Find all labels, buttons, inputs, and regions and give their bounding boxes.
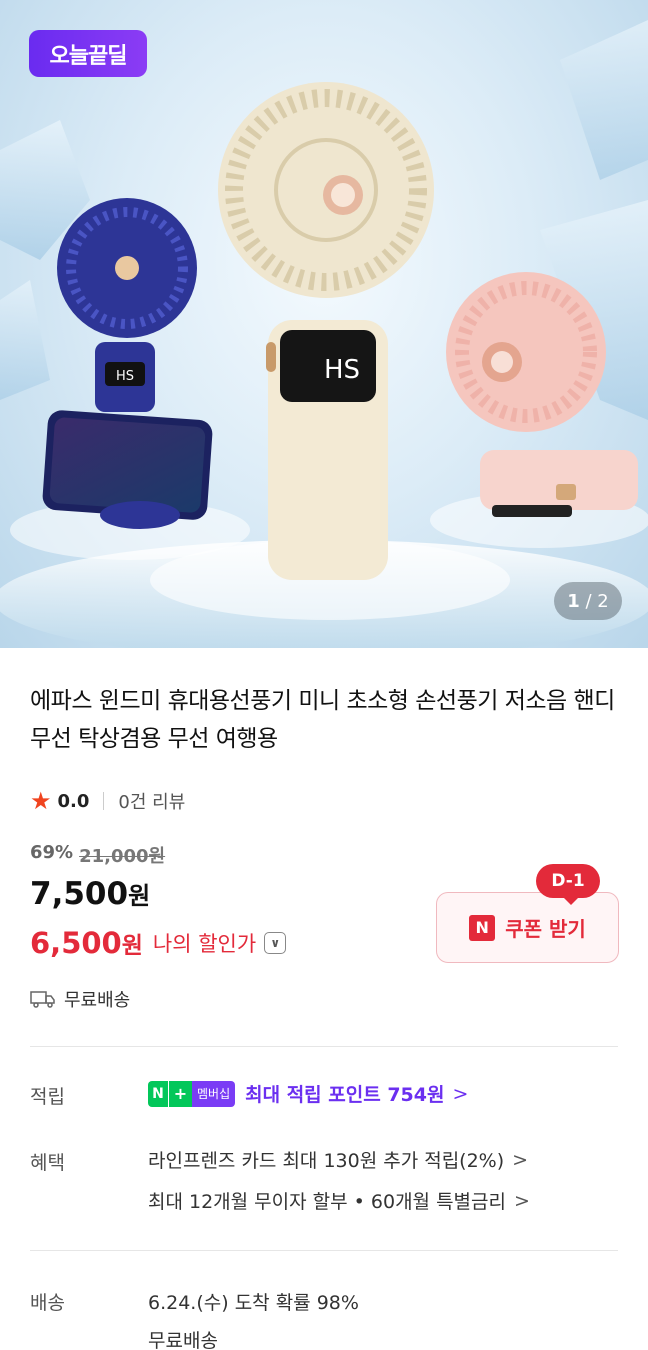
svg-text:HS: HS xyxy=(116,369,134,384)
original-price: 21,000원 xyxy=(79,846,166,867)
my-price-label: 나의 할인가 xyxy=(152,932,257,956)
points-text: 최대 적립 포인트 754원 xyxy=(245,1084,445,1106)
product-image-carousel[interactable]: HS HS 오늘끝딜 1 / 2 xyxy=(0,0,648,648)
badge-plus: + xyxy=(168,1080,192,1107)
divider xyxy=(103,792,105,810)
delivery-fee: 무료배송 xyxy=(148,1330,218,1350)
discount-row: 69% 21,000원 xyxy=(30,842,165,868)
blue-fan: HS xyxy=(42,198,213,529)
shipping-text: 무료배송 xyxy=(64,990,131,1011)
product-title: 에파스 윈드미 휴대용선풍기 미니 초소형 손선풍기 저소음 핸디 무선 탁상겸… xyxy=(30,688,615,752)
today-deal-badge: 오늘끝딜 xyxy=(29,30,147,77)
my-price-unit: 원 xyxy=(121,933,143,959)
pager-total: / 2 xyxy=(585,590,609,612)
dday-badge: D-1 xyxy=(536,864,600,905)
badge-n: N xyxy=(148,1080,168,1107)
my-price-value: 6,500 xyxy=(30,926,122,960)
chevron-down-icon[interactable]: ∨ xyxy=(264,932,287,954)
product-photo: HS HS xyxy=(0,20,648,648)
badge-membership: 멤버십 xyxy=(192,1080,236,1107)
my-discount-price[interactable]: 6,500 원 나의 할인가 ∨ xyxy=(30,926,287,960)
image-pager: 1 / 2 xyxy=(554,582,622,620)
free-shipping-row: 무료배송 xyxy=(30,986,130,1012)
benefit-card-row[interactable]: 라인프렌즈 카드 최대 130원 추가 적립(2%) > xyxy=(148,1146,528,1173)
chevron-right-icon: > xyxy=(512,1148,529,1171)
sale-price: 7,500원 xyxy=(30,876,150,912)
coupon-button[interactable]: N 쿠폰 받기 xyxy=(436,892,619,963)
coupon-label: 쿠폰 받기 xyxy=(505,917,586,941)
benefit-installment-row[interactable]: 최대 12개월 무이자 할부 • 60개월 특별금리 > xyxy=(148,1187,530,1214)
sale-price-unit: 원 xyxy=(128,882,151,910)
delivery-estimate: 6.24.(수) 도착 확률 98% xyxy=(148,1292,359,1314)
svg-text:HS: HS xyxy=(324,355,360,385)
delivery-label: 배송 xyxy=(30,1292,65,1314)
discount-rate: 69% xyxy=(30,842,74,863)
points-row[interactable]: N + 멤버십 최대 적립 포인트 754원 > xyxy=(148,1080,468,1107)
benefit-label: 혜택 xyxy=(30,1152,65,1174)
truck-icon xyxy=(30,991,55,1008)
benefit-installment-text: 최대 12개월 무이자 할부 • 60개월 특별금리 xyxy=(148,1191,506,1213)
pager-current: 1 xyxy=(567,590,580,612)
benefit-card-text: 라인프렌즈 카드 최대 130원 추가 적립(2%) xyxy=(148,1150,505,1172)
section-divider xyxy=(30,1250,618,1251)
section-divider xyxy=(30,1046,618,1047)
naver-n-icon: N xyxy=(469,914,496,941)
rating-row[interactable]: ★ 0.0 0건 리뷰 xyxy=(30,786,185,816)
naver-plus-membership-badge: N + 멤버십 xyxy=(148,1080,236,1107)
beige-fan: HS xyxy=(218,82,434,580)
chevron-right-icon: > xyxy=(514,1189,530,1212)
chevron-right-icon: > xyxy=(452,1082,469,1105)
review-count[interactable]: 0건 리뷰 xyxy=(118,788,185,814)
points-label: 적립 xyxy=(30,1086,65,1108)
star-icon: ★ xyxy=(30,787,52,815)
sale-price-value: 7,500 xyxy=(30,876,129,912)
rating-score: 0.0 xyxy=(57,790,90,812)
